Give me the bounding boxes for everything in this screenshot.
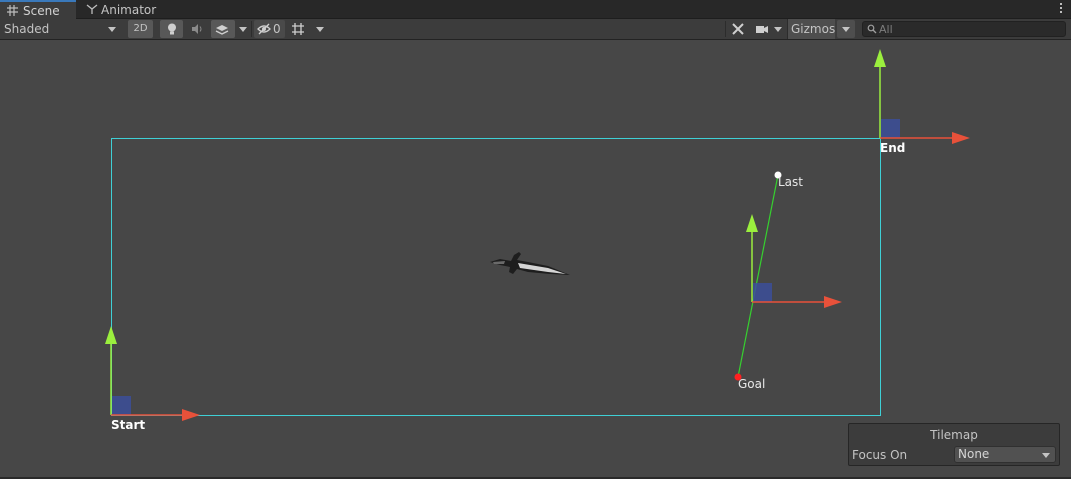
camera-icon bbox=[756, 26, 768, 33]
path-line bbox=[737, 174, 779, 378]
shading-mode-dropdown[interactable]: Shaded bbox=[0, 19, 121, 39]
speaker-icon bbox=[192, 24, 202, 34]
camera-settings-button[interactable] bbox=[752, 20, 785, 38]
effects-dropdown-icon[interactable] bbox=[239, 27, 247, 32]
y-axis-arrow[interactable] bbox=[874, 49, 886, 67]
scene-viewport[interactable]: Start End Last Goal bbox=[0, 40, 1071, 477]
x-axis-arrow[interactable] bbox=[952, 132, 970, 144]
scene-canvas bbox=[105, 49, 970, 421]
gizmos-dropdown[interactable] bbox=[837, 20, 855, 38]
tools-button[interactable] bbox=[728, 20, 748, 38]
tab-scene-label: Scene bbox=[23, 4, 60, 18]
chevron-down-icon bbox=[774, 27, 782, 32]
start-transform-gizmo[interactable] bbox=[105, 326, 200, 421]
search-icon bbox=[867, 24, 877, 34]
2d-mode-toggle[interactable]: 2D bbox=[128, 20, 153, 38]
scene-toolbar: Shaded 2D 0 Gizmos All bbox=[0, 19, 1071, 40]
tab-bar: Scene Animator bbox=[0, 0, 1071, 20]
focus-on-value: None bbox=[958, 447, 990, 461]
shading-mode-label: Shaded bbox=[4, 22, 50, 36]
gizmos-label: Gizmos bbox=[791, 22, 836, 36]
tools-icon bbox=[732, 23, 744, 35]
chevron-down-icon bbox=[842, 27, 850, 32]
end-label: End bbox=[880, 141, 906, 155]
tab-animator-label: Animator bbox=[101, 3, 157, 17]
xy-plane-handle[interactable] bbox=[881, 119, 900, 138]
scene-window: Scene Animator Shaded 2D 0 Gizmos All St… bbox=[0, 0, 1071, 479]
tab-scene[interactable]: Scene bbox=[0, 0, 76, 20]
chevron-down-icon bbox=[1042, 453, 1050, 458]
hierarchy-search bbox=[862, 21, 1066, 37]
grid-dropdown-icon[interactable] bbox=[316, 27, 324, 32]
chevron-down-icon bbox=[108, 27, 116, 32]
y-axis-arrow[interactable] bbox=[746, 214, 758, 232]
search-input[interactable] bbox=[879, 22, 1059, 36]
grid-snap-icon bbox=[292, 23, 304, 35]
tilemap-overlay: Tilemap Focus On None bbox=[848, 423, 1060, 466]
animator-icon bbox=[86, 4, 98, 14]
last-label: Last bbox=[778, 175, 803, 189]
goal-label: Goal bbox=[738, 377, 766, 391]
focus-on-label: Focus On bbox=[852, 448, 908, 462]
xy-plane-handle[interactable] bbox=[753, 283, 772, 302]
sword-sprite[interactable] bbox=[490, 252, 570, 275]
grid-toggle[interactable] bbox=[289, 20, 309, 38]
x-axis-arrow[interactable] bbox=[824, 296, 842, 308]
hidden-object-count: 0 bbox=[273, 22, 281, 36]
end-transform-gizmo[interactable] bbox=[874, 49, 970, 144]
y-axis-arrow[interactable] bbox=[105, 326, 117, 344]
eye-hidden-icon bbox=[257, 23, 271, 35]
audio-toggle[interactable] bbox=[186, 20, 209, 38]
start-label: Start bbox=[111, 418, 146, 432]
tab-animator[interactable]: Animator bbox=[85, 0, 165, 20]
more-options-icon[interactable] bbox=[1059, 3, 1063, 15]
layers-icon bbox=[215, 25, 229, 35]
light-bulb-icon bbox=[168, 23, 176, 35]
focus-on-dropdown[interactable]: None bbox=[954, 446, 1056, 463]
tilemap-title: Tilemap bbox=[930, 428, 978, 442]
gizmos-button[interactable]: Gizmos bbox=[787, 19, 835, 39]
x-axis-arrow[interactable] bbox=[182, 409, 200, 421]
effects-toggle[interactable] bbox=[211, 20, 235, 38]
camera-bounds-outline bbox=[111, 138, 881, 416]
lighting-toggle[interactable] bbox=[160, 20, 183, 38]
grid-icon bbox=[7, 5, 18, 16]
xy-plane-handle[interactable] bbox=[112, 396, 131, 415]
